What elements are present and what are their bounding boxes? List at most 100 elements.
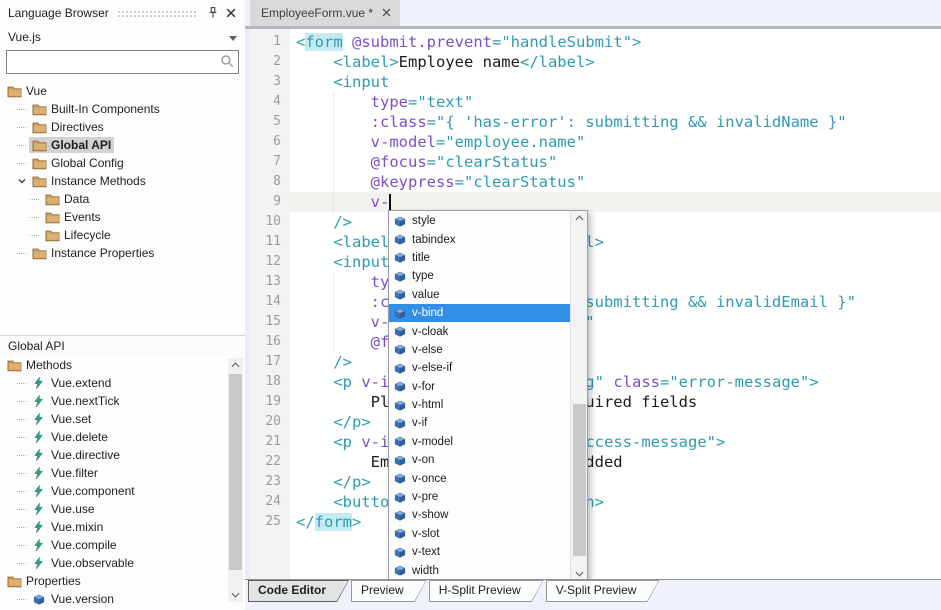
view-tab-h-split-preview[interactable]: H-Split Preview bbox=[429, 580, 544, 602]
code-line[interactable]: v- bbox=[290, 192, 941, 212]
autocomplete-item[interactable]: v-text bbox=[389, 543, 570, 561]
scroll-down-icon[interactable] bbox=[571, 567, 587, 579]
bolt-icon bbox=[32, 538, 47, 552]
code-editor[interactable]: 1234567891011121314151617181920212223242… bbox=[245, 29, 941, 579]
folder-icon bbox=[7, 358, 22, 372]
close-icon[interactable] bbox=[382, 6, 391, 20]
document-tab[interactable]: EmployeeForm.vue * bbox=[250, 0, 400, 26]
tree-item[interactable]: Vue.version bbox=[0, 590, 245, 608]
tree-item[interactable]: Vue.filter bbox=[0, 464, 245, 482]
autocomplete-item[interactable]: v-else-if bbox=[389, 359, 570, 377]
autocomplete-item[interactable]: v-once bbox=[389, 469, 570, 487]
tree-item[interactable]: Vue.extend bbox=[0, 374, 245, 392]
tree-item[interactable]: Vue.nextTick bbox=[0, 392, 245, 410]
line-number: 2 bbox=[250, 52, 290, 72]
tree-item[interactable]: Instance Properties bbox=[0, 244, 245, 262]
autocomplete-item[interactable]: tabindex bbox=[389, 230, 570, 248]
autocomplete-item[interactable]: v-pre bbox=[389, 488, 570, 506]
line-number: 17 bbox=[250, 352, 290, 372]
autocomplete-item[interactable]: width bbox=[389, 561, 570, 579]
tree-item[interactable]: Vue.compile bbox=[0, 536, 245, 554]
autocomplete-item[interactable]: v-slot bbox=[389, 525, 570, 543]
code-line[interactable]: :class="{ 'has-error': submitting && inv… bbox=[290, 112, 941, 132]
view-tab-preview[interactable]: Preview bbox=[351, 580, 427, 602]
panel-drag-grip[interactable] bbox=[117, 10, 196, 18]
autocomplete-item[interactable]: v-on bbox=[389, 451, 570, 469]
tree-item[interactable]: Data bbox=[0, 190, 245, 208]
tree-connector bbox=[17, 599, 26, 600]
line-number: 7 bbox=[250, 152, 290, 172]
tree-item[interactable]: Vue.component bbox=[0, 482, 245, 500]
tree-item[interactable]: Vue.directive bbox=[0, 446, 245, 464]
tree-connector bbox=[17, 545, 26, 546]
autocomplete-item[interactable]: type bbox=[389, 267, 570, 285]
tree-item[interactable]: Methods bbox=[0, 356, 245, 374]
line-number: 15 bbox=[250, 312, 290, 332]
box-icon bbox=[32, 592, 47, 606]
tree-item[interactable]: Directives bbox=[0, 118, 245, 136]
autocomplete-item[interactable]: v-else bbox=[389, 341, 570, 359]
tree-item[interactable]: Events bbox=[0, 208, 245, 226]
tree-item-label: Global API bbox=[51, 138, 111, 152]
line-number: 8 bbox=[250, 172, 290, 192]
folder-icon bbox=[45, 192, 60, 206]
close-icon[interactable] bbox=[222, 4, 240, 22]
tree-item[interactable]: Vue.delete bbox=[0, 428, 245, 446]
autocomplete-scrollbar[interactable] bbox=[570, 211, 587, 579]
tree-item[interactable]: Vue.observable bbox=[0, 554, 245, 572]
folder-icon bbox=[32, 138, 47, 152]
code-line[interactable]: <input bbox=[290, 72, 941, 92]
language-dropdown[interactable]: Vue.js bbox=[0, 26, 245, 48]
tree-item[interactable]: Built-In Components bbox=[0, 100, 245, 118]
line-number: 3 bbox=[250, 72, 290, 92]
code-line[interactable]: @keypress="clearStatus" bbox=[290, 172, 941, 192]
tree-item-label: Vue.compile bbox=[51, 538, 117, 552]
autocomplete-item[interactable]: v-html bbox=[389, 396, 570, 414]
scrollbar-thumb[interactable] bbox=[229, 374, 242, 570]
tree-item-label: Lifecycle bbox=[64, 228, 111, 242]
tree-item[interactable]: Vue.mixin bbox=[0, 518, 245, 536]
scrollbar-thumb[interactable] bbox=[573, 404, 586, 556]
tree-item[interactable]: Instance Methods bbox=[0, 172, 245, 190]
view-tab-v-split-preview[interactable]: V-Split Preview bbox=[546, 580, 660, 602]
code-line[interactable]: <form @submit.prevent="handleSubmit"> bbox=[290, 32, 941, 52]
scroll-up-icon[interactable] bbox=[228, 358, 243, 372]
tree-item[interactable]: Global API bbox=[0, 136, 245, 154]
line-number: 5 bbox=[250, 112, 290, 132]
code-line[interactable]: @focus="clearStatus" bbox=[290, 152, 941, 172]
pushpin-icon[interactable] bbox=[204, 4, 222, 22]
autocomplete-item[interactable]: v-for bbox=[389, 378, 570, 396]
autocomplete-item[interactable]: v-cloak bbox=[389, 322, 570, 340]
scroll-up-icon[interactable] bbox=[571, 211, 587, 225]
document-tabstrip: EmployeeForm.vue * bbox=[245, 0, 941, 29]
autocomplete-item[interactable]: value bbox=[389, 286, 570, 304]
autocomplete-item[interactable]: style bbox=[389, 212, 570, 230]
autocomplete-item[interactable]: title bbox=[389, 249, 570, 267]
bolt-icon bbox=[32, 412, 47, 426]
tree-item[interactable]: Properties bbox=[0, 572, 245, 590]
tree-item-label: Properties bbox=[26, 574, 81, 588]
tree-item[interactable]: Global Config bbox=[0, 154, 245, 172]
box-icon bbox=[393, 564, 407, 577]
box-icon bbox=[393, 435, 407, 448]
box-icon bbox=[393, 325, 407, 338]
chevron-down-icon[interactable] bbox=[17, 176, 29, 186]
autocomplete-item[interactable]: v-show bbox=[389, 506, 570, 524]
tree-connector bbox=[17, 491, 26, 492]
autocomplete-item[interactable]: v-if bbox=[389, 414, 570, 432]
box-icon bbox=[393, 362, 407, 375]
code-line[interactable]: <label>Employee name</label> bbox=[290, 52, 941, 72]
tree-item-label: Vue.component bbox=[51, 484, 135, 498]
code-line[interactable]: type="text" bbox=[290, 92, 941, 112]
code-line[interactable]: v-model="employee.name" bbox=[290, 132, 941, 152]
autocomplete-item[interactable]: v-bind bbox=[389, 304, 570, 322]
view-tab-code-editor[interactable]: Code Editor bbox=[248, 580, 349, 602]
box-icon bbox=[393, 288, 407, 301]
scroll-down-icon[interactable] bbox=[228, 588, 243, 602]
tree-item[interactable]: Vue.use bbox=[0, 500, 245, 518]
tree-item[interactable]: Lifecycle bbox=[0, 226, 245, 244]
autocomplete-item[interactable]: v-model bbox=[389, 433, 570, 451]
tree-item[interactable]: Vue.set bbox=[0, 410, 245, 428]
tree-item[interactable]: Vue bbox=[0, 82, 245, 100]
tree-scrollbar[interactable] bbox=[228, 358, 243, 602]
